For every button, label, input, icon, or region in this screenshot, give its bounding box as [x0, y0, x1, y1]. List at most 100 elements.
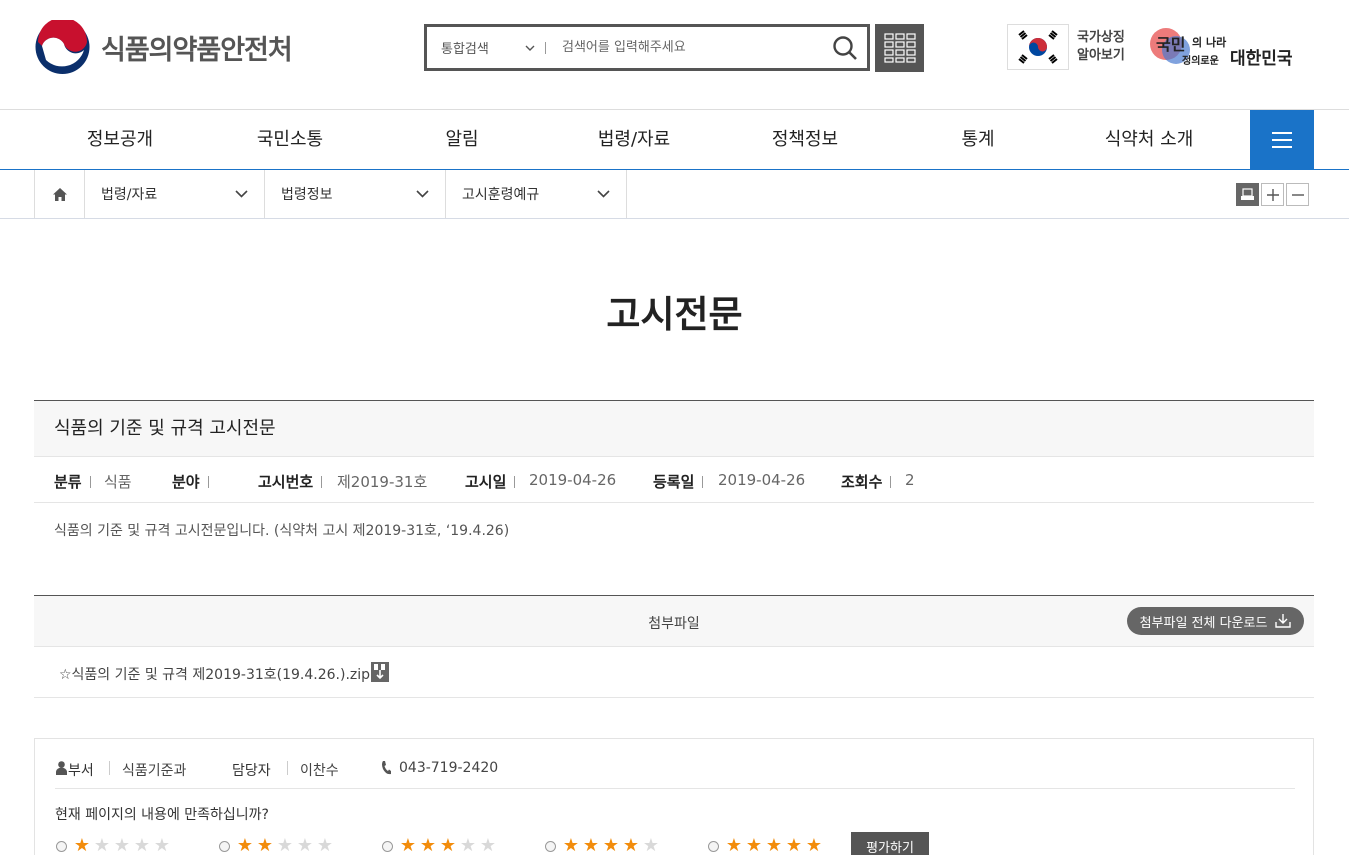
star-filled-icon: ★ [419, 835, 437, 855]
site-logo[interactable]: 식품의약품안전처 [34, 20, 293, 74]
gnb-item-policy[interactable]: 정책정보 [745, 110, 865, 169]
svg-text:대한민국: 대한민국 [1230, 49, 1293, 69]
gnb-item-communication[interactable]: 국민소통 [230, 110, 350, 169]
star-empty-icon: ★ [642, 835, 660, 855]
star-empty-icon: ★ [479, 835, 497, 855]
grid-icon [883, 33, 916, 63]
rating-option-2[interactable]: ★ ★ ★ ★ ★ [219, 837, 335, 855]
logo-text: 식품의약품안전처 [101, 34, 293, 66]
meta-number-label: 고시번호 [258, 471, 322, 492]
rating-option-5[interactable]: ★ ★ ★ ★ ★ [708, 837, 824, 855]
meta-category-value: 식품 [104, 473, 132, 491]
meta-views-label: 조회수 [841, 471, 891, 492]
rating-radio[interactable] [56, 840, 67, 852]
all-menu-grid-button[interactable] [875, 24, 924, 72]
page-tools [1236, 183, 1309, 206]
submit-rating-button[interactable]: 평가하기 [851, 832, 929, 855]
breadcrumb-level-2[interactable]: 법령정보 [265, 170, 446, 218]
government-emblem-icon [35, 20, 90, 74]
attachments-title: 첨부파일 [648, 616, 700, 632]
star-empty-icon: ★ [296, 835, 314, 855]
meta-reg-label: 등록일 [653, 471, 703, 492]
breadcrumb: 법령/자료 법령정보 고시훈령예규 [0, 170, 1349, 219]
star-filled-icon: ★ [602, 835, 620, 855]
zoom-in-button[interactable] [1261, 183, 1284, 206]
star-filled-icon: ★ [236, 835, 254, 855]
zoom-out-button[interactable] [1286, 183, 1309, 206]
star-filled-icon: ★ [765, 835, 783, 855]
gnb-item-statistics[interactable]: 통계 [918, 110, 1038, 169]
breadcrumb-level-3-label: 고시훈령예규 [462, 187, 540, 203]
taegukgi-icon [1007, 24, 1069, 70]
site-header: 식품의약품안전처 통합검색 검색어를 입력해주세요 국가상징 알아보기 국민 의… [0, 0, 1349, 110]
star-filled-icon: ★ [399, 835, 417, 855]
satisfaction-survey: 부서 식품기준과 담당자 이찬수 043-719-2420 현재 페이지의 내용… [34, 738, 1314, 855]
star-empty-icon: ★ [459, 835, 477, 855]
full-menu-button[interactable] [1250, 110, 1314, 169]
star-empty-icon: ★ [316, 835, 334, 855]
attachment-row: ☆식품의 기준 및 규격 제2019-31호(19.4.26.).zip [34, 647, 1314, 698]
dept-label: 부서 [68, 763, 94, 779]
rating-radio[interactable] [219, 840, 230, 852]
rating-radio[interactable] [708, 840, 719, 852]
rating-option-1[interactable]: ★ ★ ★ ★ ★ [56, 837, 172, 855]
phone-value: 043-719-2420 [399, 760, 499, 776]
star-empty-icon: ★ [153, 835, 171, 855]
home-button[interactable] [34, 170, 85, 218]
gnb-item-notice[interactable]: 알림 [402, 110, 522, 169]
zip-file-icon[interactable] [370, 661, 390, 683]
chevron-down-icon [525, 45, 535, 51]
search-input[interactable] [546, 27, 823, 68]
breadcrumb-level-1-label: 법령/자료 [101, 187, 158, 203]
attachment-file-link[interactable]: ☆식품의 기준 및 규격 제2019-31호(19.4.26.).zip [59, 664, 370, 684]
star-empty-icon: ★ [133, 835, 151, 855]
search-scope-value: 통합검색 [441, 42, 489, 57]
star-filled-icon: ★ [256, 835, 274, 855]
main-navigation: 정보공개 국민소통 알림 법령/자료 정책정보 통계 식약처 소개 [0, 110, 1349, 170]
manager-value: 이찬수 [300, 763, 339, 779]
rating-option-3[interactable]: ★ ★ ★ ★ ★ [382, 837, 498, 855]
chevron-down-icon [416, 190, 429, 198]
article-description: 식품의 기준 및 규격 고시전문입니다. (식약처 고시 제2019-31호, … [54, 523, 510, 539]
separator [287, 761, 288, 775]
slogan-logo: 국민 의 나라 정의로운 대한민국 [1150, 28, 1293, 69]
gnb-item-info-disclosure[interactable]: 정보공개 [60, 110, 180, 169]
svg-text:의 나라: 의 나라 [1192, 35, 1227, 49]
national-symbol-link[interactable]: 국가상징 알아보기 [1007, 24, 1137, 70]
star-empty-icon: ★ [276, 835, 294, 855]
phone-icon [382, 761, 391, 775]
search-button[interactable] [823, 27, 867, 68]
svg-text:정의로운: 정의로운 [1182, 54, 1219, 67]
meta-number-value: 제2019-31호 [337, 473, 428, 491]
download-all-label: 첨부파일 전체 다운로드 [1139, 615, 1268, 631]
search-scope-select[interactable]: 통합검색 [427, 27, 545, 68]
contact-info: 부서 식품기준과 담당자 이찬수 043-719-2420 [55, 739, 1295, 789]
hamburger-icon [1272, 131, 1292, 148]
star-empty-icon: ★ [113, 835, 131, 855]
star-filled-icon: ★ [805, 835, 823, 855]
meta-date-value: 2019-04-26 [529, 471, 617, 489]
survey-question: 현재 페이지의 내용에 만족하십니까? [55, 807, 269, 823]
meta-reg-value: 2019-04-26 [718, 471, 806, 489]
manager-label: 담당자 [232, 763, 271, 779]
star-filled-icon: ★ [562, 835, 580, 855]
star-filled-icon: ★ [439, 835, 457, 855]
meta-field-label: 분야 [172, 471, 209, 492]
gnb-item-about[interactable]: 식약처 소개 [1089, 110, 1209, 169]
person-icon [56, 761, 67, 775]
print-button[interactable] [1236, 183, 1259, 206]
search-bar: 통합검색 [424, 24, 870, 71]
separator [109, 761, 110, 775]
svg-text:국민: 국민 [1156, 35, 1185, 54]
download-all-button[interactable]: 첨부파일 전체 다운로드 [1127, 607, 1304, 635]
breadcrumb-level-1[interactable]: 법령/자료 [85, 170, 265, 218]
minus-icon [1291, 193, 1304, 196]
rating-radio[interactable] [382, 840, 393, 852]
chevron-down-icon [235, 190, 248, 198]
rating-radio[interactable] [545, 840, 556, 852]
page-title: 고시전문 [606, 293, 743, 336]
star-filled-icon: ★ [745, 835, 763, 855]
rating-option-4[interactable]: ★ ★ ★ ★ ★ [545, 837, 661, 855]
gnb-item-law-data[interactable]: 법령/자료 [574, 110, 694, 169]
breadcrumb-level-3[interactable]: 고시훈령예규 [446, 170, 627, 218]
